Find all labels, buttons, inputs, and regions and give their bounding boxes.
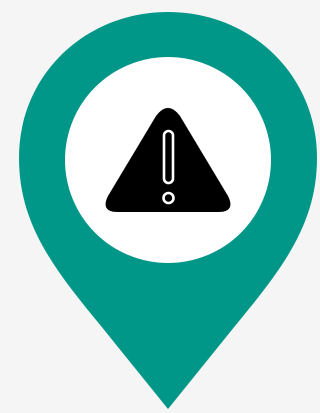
warning-location-marker [0,0,319,413]
map-pin-graphic [19,12,317,409]
